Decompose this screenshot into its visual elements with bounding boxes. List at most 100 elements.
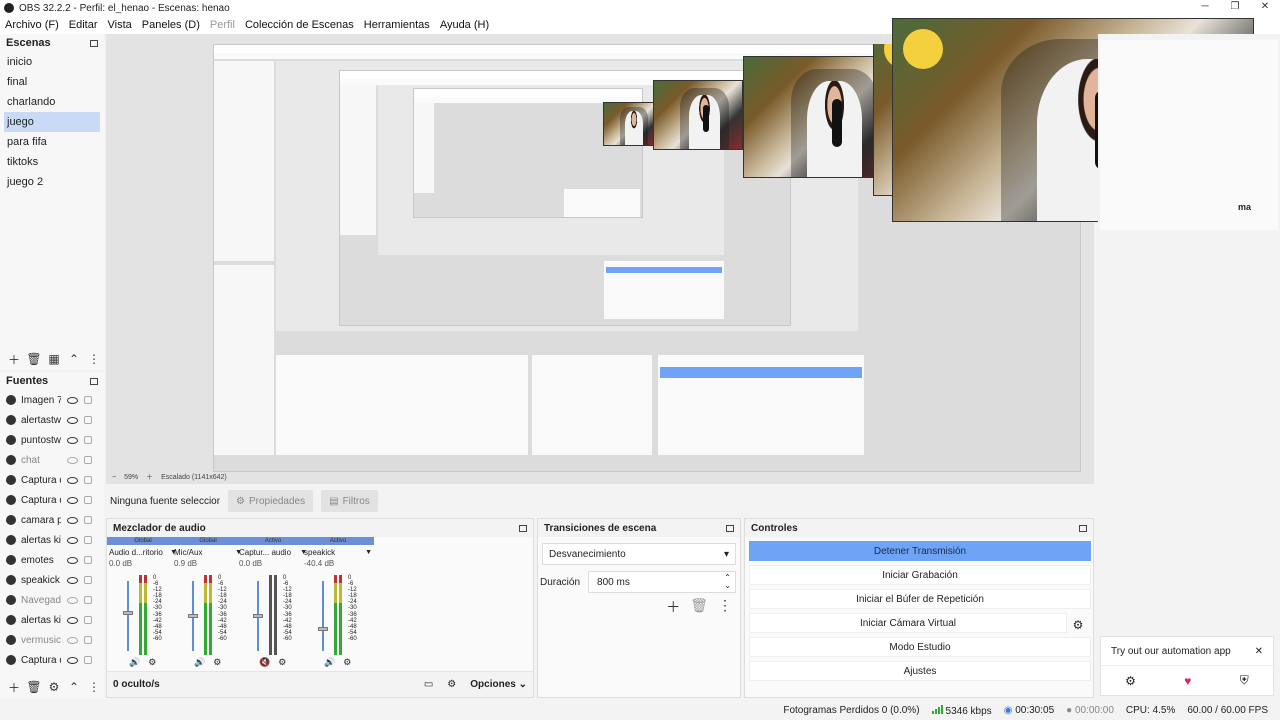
eye-icon[interactable]	[67, 616, 78, 624]
source-item[interactable]: Navegado	[0, 590, 104, 610]
eye-off-icon[interactable]	[67, 456, 78, 464]
lock-icon[interactable]	[84, 556, 92, 564]
eye-off-icon[interactable]	[67, 596, 78, 604]
undock-icon[interactable]	[90, 39, 98, 47]
lock-icon[interactable]	[84, 436, 92, 444]
eye-off-icon[interactable]	[67, 636, 78, 644]
lock-icon[interactable]	[84, 576, 92, 584]
heart-icon[interactable]: ♥	[1184, 674, 1191, 688]
fader-track[interactable]	[322, 581, 324, 651]
scene-item[interactable]: final	[0, 72, 104, 92]
eye-icon[interactable]	[67, 656, 78, 664]
filters-button[interactable]: ▤ Filtros	[321, 490, 378, 512]
lock-icon[interactable]	[84, 496, 92, 504]
source-item[interactable]: alertas kic	[0, 530, 104, 550]
move-up-icon[interactable]: ⌃	[64, 680, 84, 694]
trash-icon[interactable]: 🗑	[690, 597, 708, 617]
options-dropdown[interactable]: Opciones ⌄	[470, 679, 527, 690]
spinner-icon[interactable]: ⌃ ⌄	[724, 574, 731, 590]
replay-buffer-button[interactable]: Iniciar el Búfer de Repetición	[749, 589, 1091, 609]
undock-icon[interactable]	[90, 377, 98, 385]
menu-editar[interactable]: Editar	[64, 19, 103, 31]
automation-text[interactable]: Try out our automation app	[1111, 646, 1231, 657]
eye-icon[interactable]	[67, 536, 78, 544]
undock-icon[interactable]	[1079, 524, 1087, 532]
eye-icon[interactable]	[67, 416, 78, 424]
fader-knob[interactable]	[253, 614, 263, 618]
source-item[interactable]: camara pr	[0, 510, 104, 530]
stop-stream-button[interactable]: Detener Transmisión	[749, 541, 1091, 561]
source-item[interactable]: alertas kic	[0, 610, 104, 630]
speaker-icon[interactable]: 🔊	[194, 657, 205, 668]
duration-input[interactable]: 800 ms ⌃ ⌄	[588, 571, 736, 593]
eye-icon[interactable]	[67, 496, 78, 504]
channel-name-row[interactable]: Captur... audio ▼	[237, 545, 309, 559]
undock-icon[interactable]	[726, 524, 734, 532]
close-icon[interactable]: ✕	[1250, 0, 1280, 16]
eye-icon[interactable]	[67, 516, 78, 524]
more-icon[interactable]: ⋮	[84, 680, 104, 694]
transition-select[interactable]: Desvanecimiento ▾	[542, 543, 736, 565]
eye-icon[interactable]	[67, 556, 78, 564]
menu-herramientas[interactable]: Herramientas	[359, 19, 435, 31]
zoom-in-icon[interactable]: ＋	[146, 472, 153, 482]
source-item[interactable]: emotes	[0, 550, 104, 570]
eye-icon[interactable]	[67, 436, 78, 444]
filter-icon[interactable]: ▦	[44, 352, 64, 366]
menu-vista[interactable]: Vista	[103, 19, 137, 31]
menu-paneles[interactable]: Paneles (D)	[137, 19, 205, 31]
scene-item[interactable]: para fifa	[0, 132, 104, 152]
scene-item[interactable]: juego 2	[0, 172, 104, 192]
trash-icon[interactable]: 🗑	[24, 352, 44, 366]
lock-icon[interactable]	[84, 636, 92, 644]
add-icon[interactable]: ＋	[666, 597, 680, 617]
fader-track[interactable]	[127, 581, 129, 651]
menu-coleccion-escenas[interactable]: Colección de Escenas	[240, 19, 359, 31]
add-icon[interactable]: ＋	[4, 679, 24, 696]
virtual-camera-button[interactable]: Iniciar Cámara Virtual	[749, 613, 1067, 633]
properties-button[interactable]: ⚙ Propiedades	[228, 490, 314, 512]
layout-icon[interactable]: ▭	[424, 679, 433, 690]
source-item[interactable]: puntostw	[0, 430, 104, 450]
start-recording-button[interactable]: Iniciar Grabación	[749, 565, 1091, 585]
speaker-icon[interactable]: 🔊	[129, 657, 140, 668]
channel-name-row[interactable]: Audio d...ritorio ▼	[107, 545, 179, 559]
source-item[interactable]: Captura d	[0, 650, 104, 670]
scene-item[interactable]: inicio	[0, 52, 104, 72]
scene-item[interactable]: charlando	[0, 92, 104, 112]
lock-icon[interactable]	[84, 476, 92, 484]
monitor-icon[interactable]: ⚙	[343, 657, 351, 668]
fader-knob[interactable]	[123, 610, 133, 615]
eye-icon[interactable]	[67, 576, 78, 584]
gear-icon[interactable]: ⚙	[1125, 674, 1136, 688]
zoom-out-icon[interactable]: −	[112, 474, 116, 481]
dropdown-arrow-icon[interactable]: ▼	[365, 549, 372, 556]
fader-knob[interactable]	[318, 627, 328, 632]
menu-ayuda[interactable]: Ayuda (H)	[435, 19, 494, 31]
source-item[interactable]: Captura d	[0, 470, 104, 490]
speaker-icon[interactable]: 🔊	[324, 657, 335, 668]
maximize-icon[interactable]: ❐	[1220, 0, 1250, 16]
monitor-icon[interactable]: ⚙	[213, 657, 221, 668]
move-up-icon[interactable]: ⌃	[64, 352, 84, 366]
monitor-icon[interactable]: ⚙	[278, 657, 286, 668]
source-item[interactable]: Captura d	[0, 490, 104, 510]
gear-icon[interactable]: ⚙	[1069, 615, 1087, 635]
more-icon[interactable]: ⋮	[84, 352, 104, 366]
fader-knob[interactable]	[188, 614, 198, 618]
menu-perfil[interactable]: Perfil	[205, 19, 240, 31]
scene-item[interactable]: juego	[4, 112, 100, 132]
lock-icon[interactable]	[84, 416, 92, 424]
minimize-icon[interactable]: ─	[1190, 0, 1220, 16]
lock-icon[interactable]	[84, 596, 92, 604]
lock-icon[interactable]	[84, 516, 92, 524]
source-item[interactable]: speakick	[0, 570, 104, 590]
lock-icon[interactable]	[84, 456, 92, 464]
source-item[interactable]: Imagen 7	[0, 390, 104, 410]
scene-item[interactable]: tiktoks	[0, 152, 104, 172]
source-item[interactable]: chat	[0, 450, 104, 470]
source-item[interactable]: vermusica	[0, 630, 104, 650]
trash-icon[interactable]: 🗑	[24, 680, 44, 694]
undock-icon[interactable]	[519, 524, 527, 532]
mute-icon[interactable]: 🔇	[259, 657, 270, 668]
